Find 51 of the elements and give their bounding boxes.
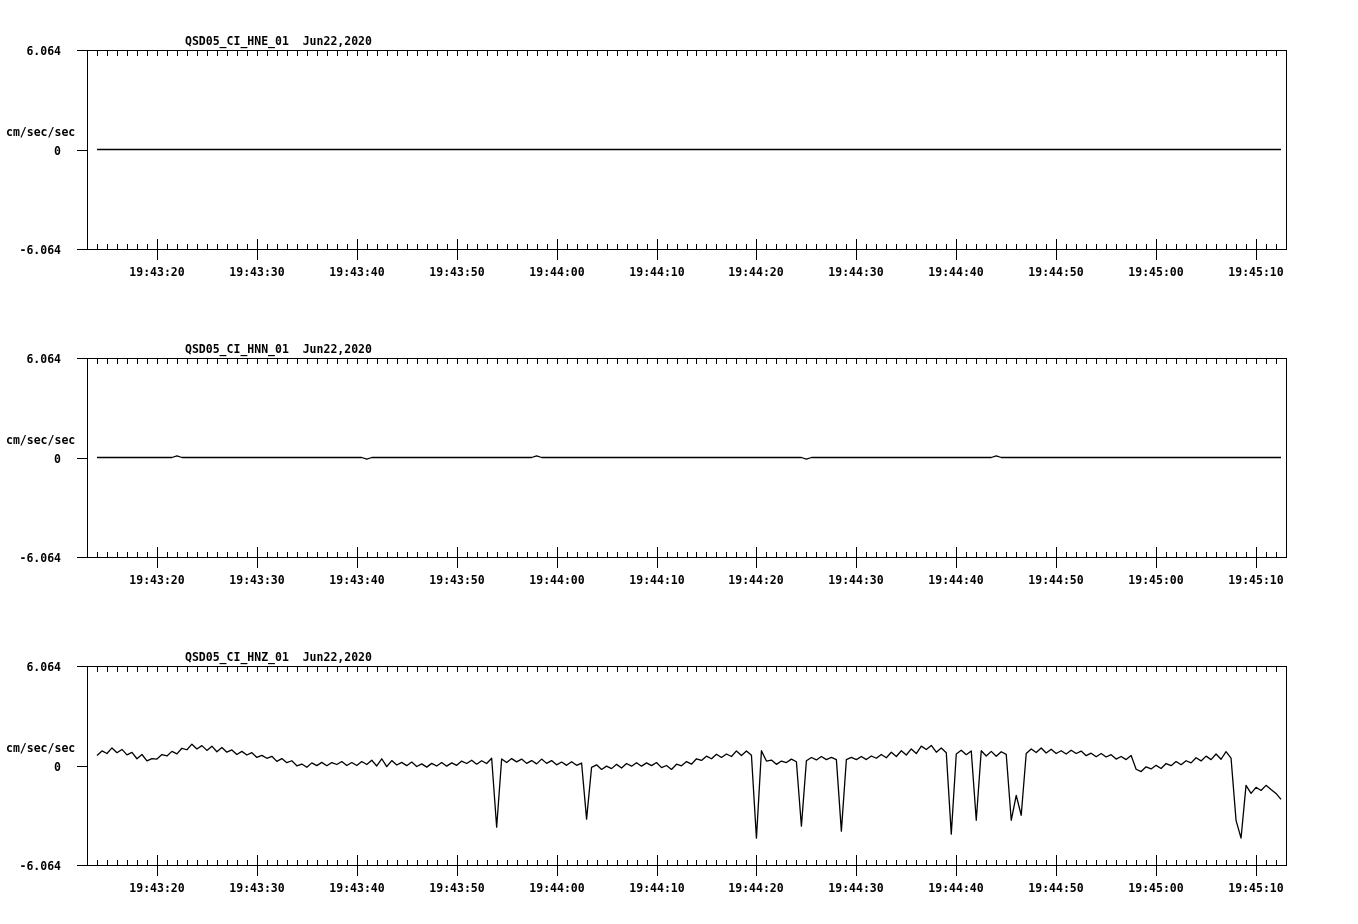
y-tick-label: 0 (54, 760, 61, 774)
x-tick-label: 19:44:30 (828, 881, 884, 895)
y-tick-label: 6.064 (26, 352, 61, 366)
x-tick-label: 19:44:10 (629, 881, 685, 895)
x-tick-label: 19:43:20 (129, 881, 185, 895)
x-tick-label: 19:43:40 (329, 573, 385, 587)
chart-title: QSD05_CI_HNZ_01 Jun22,2020 (185, 650, 372, 664)
x-tick-label: 19:43:30 (229, 573, 285, 587)
y-axis-title: cm/sec/sec (6, 741, 76, 755)
x-tick-label: 19:44:50 (1028, 573, 1084, 587)
x-tick-label: 19:43:20 (129, 573, 185, 587)
x-tick-label: 19:44:50 (1028, 881, 1084, 895)
x-tick-label: 19:43:30 (229, 265, 285, 279)
y-tick-label: -6.064 (19, 243, 61, 257)
x-tick-label: 19:44:10 (629, 265, 685, 279)
x-tick-label: 19:45:10 (1228, 265, 1284, 279)
x-tick-label: 19:43:40 (329, 881, 385, 895)
x-tick-label: 19:44:20 (728, 265, 784, 279)
x-tick-label: 19:45:00 (1128, 573, 1184, 587)
y-axis-title: cm/sec/sec (6, 125, 76, 139)
x-tick-label: 19:43:40 (329, 265, 385, 279)
x-tick-label: 19:44:40 (928, 881, 984, 895)
y-tick-label: -6.064 (19, 859, 61, 873)
y-tick-label: 6.064 (26, 44, 61, 58)
x-tick-label: 19:43:50 (429, 881, 485, 895)
x-tick-label: 19:44:20 (728, 573, 784, 587)
x-tick-label: 19:44:40 (928, 573, 984, 587)
x-tick-label: 19:44:00 (529, 573, 585, 587)
y-axis-title: cm/sec/sec (6, 433, 76, 447)
x-tick-label: 19:44:40 (928, 265, 984, 279)
x-tick-label: 19:44:00 (529, 881, 585, 895)
y-tick-label: 6.064 (26, 660, 61, 674)
x-tick-label: 19:44:20 (728, 881, 784, 895)
y-tick-label: -6.064 (19, 551, 61, 565)
x-tick-label: 19:43:30 (229, 881, 285, 895)
x-tick-label: 19:45:10 (1228, 573, 1284, 587)
x-tick-label: 19:45:00 (1128, 881, 1184, 895)
x-tick-label: 19:44:30 (828, 573, 884, 587)
x-tick-label: 19:43:20 (129, 265, 185, 279)
x-tick-label: 19:43:50 (429, 573, 485, 587)
x-tick-label: 19:44:00 (529, 265, 585, 279)
chart-title: QSD05_CI_HNE_01 Jun22,2020 (185, 34, 372, 48)
y-tick-label: 0 (54, 144, 61, 158)
y-tick-label: 0 (54, 452, 61, 466)
x-tick-label: 19:44:10 (629, 573, 685, 587)
x-tick-label: 19:45:10 (1228, 881, 1284, 895)
chart-title: QSD05_CI_HNN_01 Jun22,2020 (185, 342, 372, 356)
x-tick-label: 19:44:30 (828, 265, 884, 279)
x-tick-label: 19:45:00 (1128, 265, 1184, 279)
x-tick-label: 19:43:50 (429, 265, 485, 279)
x-tick-label: 19:44:50 (1028, 265, 1084, 279)
